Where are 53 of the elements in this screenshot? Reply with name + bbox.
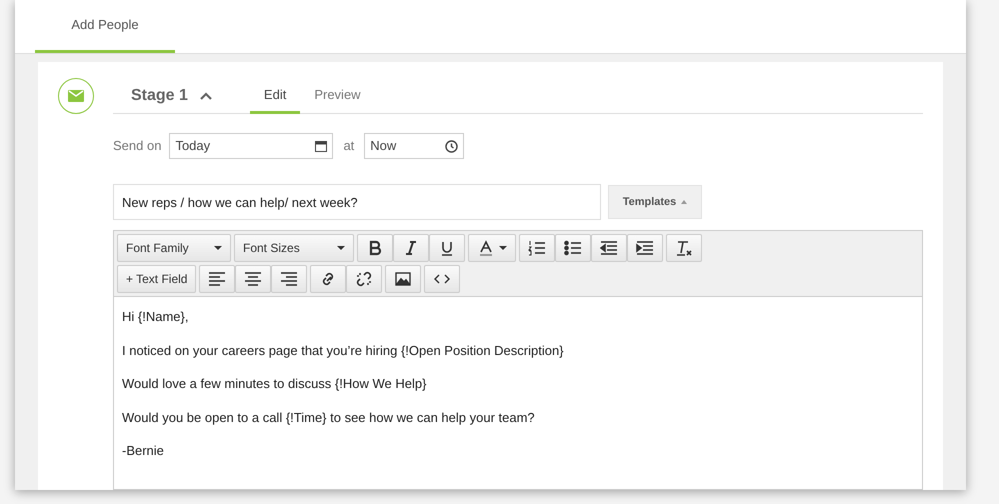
italic-button[interactable] (393, 234, 429, 262)
paragraph: Hi {!Name}, (122, 308, 190, 326)
align-center-button[interactable] (235, 265, 272, 293)
numbered-list-icon (528, 240, 546, 256)
tab[interactable]: Preview (300, 78, 375, 114)
subject-field[interactable]: New reps / how we can help/ next week? (113, 184, 601, 220)
image-icon (394, 271, 412, 287)
calendar-icon (315, 140, 328, 152)
bullet-list-icon (564, 240, 582, 256)
at-label: at (343, 137, 354, 156)
paragraph: -Bernie (122, 442, 165, 460)
align-center-icon (244, 271, 262, 287)
caret-icon (499, 246, 507, 250)
font-sizes-dropdown[interactable]: Font Sizes (234, 234, 354, 262)
paragraph: Would you be open to a call {!Time} to see how we can help your team? (122, 408, 536, 427)
caret-icon (337, 246, 345, 250)
bold-button[interactable] (357, 234, 393, 262)
link-button[interactable] (310, 265, 346, 293)
align-right-button[interactable] (271, 265, 308, 293)
align-left-icon (208, 271, 226, 287)
text-color-icon (477, 240, 495, 256)
indent-button[interactable] (627, 234, 663, 262)
caret-icon (681, 200, 688, 204)
mail-icon (58, 78, 94, 114)
tab[interactable]: Add People (35, 0, 175, 53)
text-field-button[interactable]: + Text Field (117, 265, 196, 293)
indent-icon (636, 240, 654, 256)
caret-icon (214, 246, 222, 250)
align-left-button[interactable] (199, 265, 236, 293)
send-on-label: Send on (113, 137, 162, 156)
text-color-button[interactable] (468, 234, 516, 262)
paragraph: Would love a few minutes to discuss {!How We Help} (122, 375, 428, 393)
unlink-icon (355, 271, 374, 287)
font-family-dropdown[interactable]: Font Family (117, 234, 231, 262)
clear-format-icon (675, 240, 693, 256)
underline-button[interactable] (429, 234, 465, 262)
unlink-button[interactable] (346, 265, 382, 293)
image-button[interactable] (385, 265, 422, 293)
paragraph: I noticed on your careers page that you’re hiring {!Open Position Description} (122, 342, 565, 360)
align-right-icon (280, 271, 298, 287)
numbered-list-button[interactable] (519, 234, 555, 262)
clock-icon (445, 140, 458, 152)
stage-title: Stage 1 (131, 86, 188, 106)
bullet-list-button[interactable] (555, 234, 591, 262)
outdent-icon (600, 240, 618, 256)
chevron-icon (200, 92, 212, 100)
clear-format-button[interactable] (666, 234, 702, 262)
date-field[interactable]: Today (169, 133, 334, 159)
outdent-button[interactable] (591, 234, 627, 262)
templates-button[interactable]: Templates (608, 185, 702, 219)
tab[interactable]: Edit (250, 78, 300, 114)
source-code-button[interactable] (424, 265, 460, 293)
time-field[interactable]: Now (364, 133, 464, 159)
